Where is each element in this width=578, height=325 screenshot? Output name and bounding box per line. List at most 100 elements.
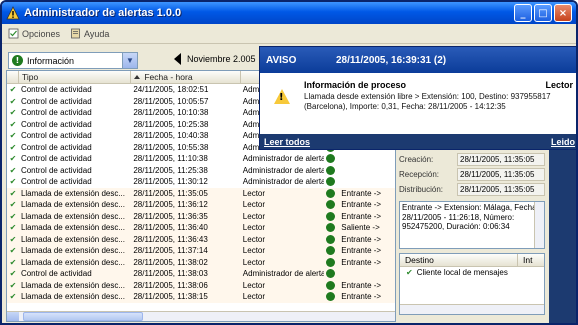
- col-header-status[interactable]: [7, 71, 19, 83]
- table-row[interactable]: ✔ Llamada de extensión desc... 28/11/2005,…: [7, 199, 395, 211]
- row-origen: Lector: [242, 234, 266, 244]
- table-row[interactable]: ✔ Control de actividad 28/11/2005, 11:38:0…: [7, 268, 395, 280]
- description-textarea[interactable]: Entrante -> Extension: Málaga, Fecha: 28…: [399, 201, 545, 249]
- table-row[interactable]: ✔ Llamada de extensión desc... 28/11/2005,…: [7, 187, 395, 199]
- chevron-down-icon[interactable]: ▼: [122, 53, 137, 68]
- scroll-thumb[interactable]: [23, 312, 143, 321]
- check-icon: ✔: [9, 177, 17, 186]
- destination-header: Destino Int: [400, 254, 544, 267]
- mark-read-link[interactable]: Leido: [551, 137, 575, 147]
- close-button[interactable]: ×: [554, 4, 572, 22]
- table-horizontal-scrollbar[interactable]: [7, 311, 395, 321]
- title-bar[interactable]: Administrador de alertas 1.0.0 _ □ ×: [2, 2, 576, 24]
- table-row[interactable]: ✔ Llamada de extensión desc... 28/11/2005,…: [7, 256, 395, 269]
- check-icon: ✔: [9, 96, 17, 106]
- table-row[interactable]: ✔ Llamada de extensión desc... 28/11/2005,…: [7, 245, 395, 257]
- menu-options[interactable]: Opciones: [8, 28, 60, 39]
- creation-value: 28/11/2005, 11:35:05: [457, 153, 545, 166]
- row-tipo: Llamada de extensión desc...: [20, 292, 126, 301]
- description-scrollbar[interactable]: [534, 202, 544, 248]
- col-header-tipo[interactable]: Tipo: [19, 71, 132, 83]
- distribution-value: 28/11/2005, 11:35:05: [457, 183, 545, 196]
- row-origen: Lector: [242, 257, 266, 267]
- row-fecha: 24/11/2005, 18:02:51: [133, 85, 209, 94]
- table-row[interactable]: ✔ Control de actividad 28/11/2005, 11:25:3…: [7, 165, 395, 177]
- distribution-field: Distribución: 28/11/2005, 11:35:05: [399, 182, 545, 197]
- reception-value: 28/11/2005, 11:35:05: [457, 168, 545, 181]
- row-tipo: Control de actividad: [20, 269, 92, 278]
- row-fecha: 28/11/2005, 10:40:38: [133, 131, 209, 140]
- col-header-fecha-label: Fecha - hora: [144, 71, 193, 82]
- table-row[interactable]: ✔ Llamada de extensión desc... 28/11/2005,…: [7, 291, 395, 303]
- row-tipo: Control de actividad: [20, 108, 92, 117]
- info-level-icon: [324, 165, 339, 177]
- row-origen: Lector: [242, 246, 266, 255]
- alert-popup-header[interactable]: AVISO 28/11/2005, 16:39:31 (2): [260, 47, 576, 73]
- info-icon: !: [12, 55, 23, 66]
- destination-col-header-2[interactable]: Int: [518, 254, 532, 266]
- row-tipo: Llamada de extensión desc...: [20, 280, 126, 290]
- checklist-icon: [8, 28, 19, 39]
- row-fecha: 28/11/2005, 10:10:38: [133, 108, 209, 117]
- prev-month-arrow-icon[interactable]: [174, 53, 181, 65]
- check-icon: ✔: [9, 292, 17, 301]
- table-row[interactable]: ✔ Llamada de extensión desc... 28/11/2005,…: [7, 210, 395, 222]
- table-row[interactable]: ✔ Control de actividad 28/11/2005, 11:30:1…: [7, 176, 395, 188]
- month-navigator: Noviembre 2.005: [174, 53, 256, 65]
- filter-select[interactable]: ! Información ▼: [8, 52, 138, 69]
- alert-popup-source: Lector: [545, 80, 573, 90]
- row-direction: Entrante ->: [341, 246, 382, 255]
- main-window: Administrador de alertas 1.0.0 _ □ × Opc…: [0, 0, 578, 325]
- destination-scrollbar[interactable]: [400, 304, 544, 314]
- warning-exclamation-icon: !: [279, 92, 284, 103]
- alert-popup-heading: Información de proceso: [304, 80, 407, 90]
- check-icon: ✔: [9, 280, 17, 290]
- alert-popup-message: Llamada desde extensión libre > Extensió…: [304, 92, 551, 111]
- table-row[interactable]: ✔ Llamada de extensión desc... 28/11/2005,…: [7, 233, 395, 246]
- detail-panel: Creación: 28/11/2005, 11:35:05 Recepción…: [399, 152, 545, 322]
- filter-select-value: Información: [27, 55, 75, 66]
- scroll-left-button[interactable]: [7, 312, 19, 321]
- alert-popup-datetime: 28/11/2005, 16:39:31 (2): [336, 54, 447, 66]
- table-row[interactable]: ✔ Llamada de extensión desc... 28/11/2005,…: [7, 279, 395, 292]
- menu-help[interactable]: Ayuda: [70, 28, 109, 39]
- row-direction: [339, 268, 395, 280]
- check-icon: ✔: [406, 268, 413, 277]
- destination-item[interactable]: ✔ Cliente local de mensajes: [400, 267, 544, 279]
- row-fecha: 28/11/2005, 11:38:06: [133, 280, 208, 290]
- check-icon: ✔: [9, 257, 17, 267]
- info-level-icon: [324, 257, 339, 269]
- row-fecha: 28/11/2005, 11:25:38: [133, 165, 208, 175]
- info-level-icon: [324, 280, 339, 292]
- destination-item-label: Cliente local de mensajes: [416, 268, 508, 277]
- check-icon: ✔: [9, 188, 17, 198]
- info-level-icon: [324, 176, 339, 188]
- row-origen: Lector: [242, 200, 266, 209]
- alert-popup-title: AVISO: [266, 54, 297, 66]
- row-tipo: Llamada de extensión desc...: [20, 257, 126, 267]
- minimize-button[interactable]: _: [514, 4, 532, 22]
- row-direction: Entrante ->: [341, 234, 382, 244]
- table-row[interactable]: ✔ Control de actividad 28/11/2005, 11:10:3…: [7, 153, 395, 165]
- row-fecha: 28/11/2005, 10:05:57: [133, 96, 209, 106]
- check-icon: ✔: [9, 108, 17, 117]
- check-icon: ✔: [9, 269, 17, 278]
- alert-popup-footer: Leer todos Leido: [260, 134, 576, 149]
- row-tipo: Control de actividad: [20, 85, 92, 94]
- row-direction: Saliente ->: [341, 223, 380, 232]
- row-tipo: Llamada de extensión desc...: [20, 200, 126, 209]
- creation-field: Creación: 28/11/2005, 11:35:05: [399, 152, 545, 167]
- info-level-icon: [324, 153, 339, 165]
- read-all-link[interactable]: Leer todos: [264, 137, 310, 147]
- menu-bar: Opciones Ayuda: [2, 24, 576, 44]
- maximize-button[interactable]: □: [534, 4, 552, 22]
- check-icon: ✔: [9, 200, 17, 209]
- check-icon: ✔: [9, 154, 17, 163]
- col-header-fecha[interactable]: Fecha - hora: [131, 71, 241, 83]
- info-level-icon: [324, 234, 339, 246]
- table-row[interactable]: ✔ Llamada de extensión desc... 28/11/2005,…: [7, 222, 395, 234]
- check-icon: ✔: [9, 131, 17, 140]
- app-warning-icon: [6, 6, 20, 20]
- destination-col-header[interactable]: Destino: [400, 254, 518, 266]
- row-fecha: 28/11/2005, 11:38:15: [133, 292, 208, 301]
